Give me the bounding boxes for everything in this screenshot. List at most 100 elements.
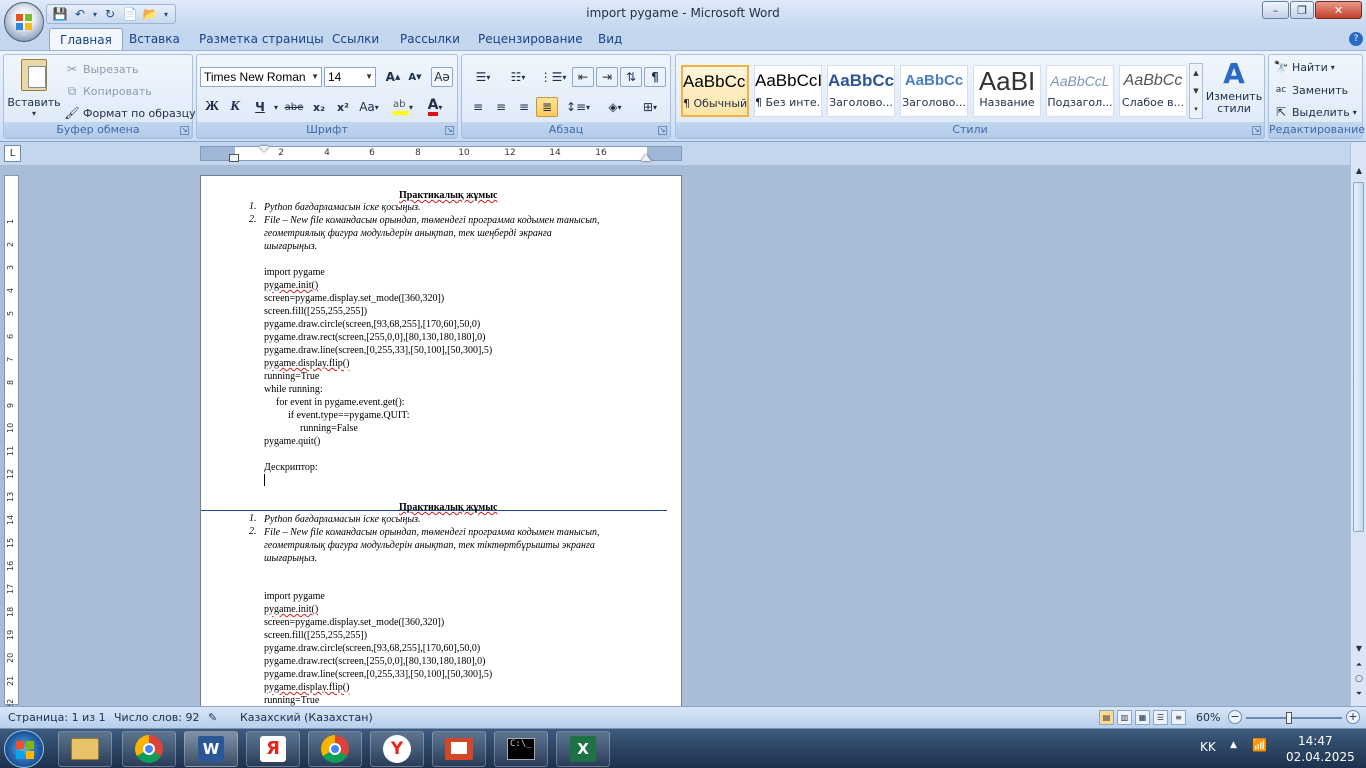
bullets-icon[interactable]: ☰ ▾ [467,67,499,87]
style-heading-1[interactable]: AaBbCc Заголово... [827,65,895,117]
zoom-slider-thumb[interactable] [1286,712,1293,724]
font-size-combo[interactable]: 14 ▼ [324,67,376,87]
font-name-combo[interactable]: Times New Roman ▼ [200,67,322,87]
style-subtitle[interactable]: AaBbCcL Подзагол... [1046,65,1114,117]
clock-time[interactable]: 14:47 [1298,734,1333,748]
horizontal-ruler[interactable]: 2 4 6 8 10 12 14 16 [200,146,682,162]
format-painter-button[interactable]: 🖌 Формат по образцу [64,105,195,121]
tab-mailings[interactable]: Рассылки [390,28,470,50]
replace-button[interactable]: ac Заменить [1273,82,1348,98]
clear-format-icon[interactable]: Aə [431,67,453,87]
spellcheck-icon[interactable]: ✎ [208,711,217,724]
chrome-icon[interactable] [308,731,362,767]
tab-review[interactable]: Рецензирование [468,28,593,50]
justify-icon[interactable]: ≣ [536,97,558,117]
line-spacing-icon[interactable]: ↕≡ ▾ [563,97,593,117]
page-count[interactable]: Страница: 1 из 1 [8,711,106,724]
right-indent-marker[interactable] [641,154,651,161]
style-subtle-emphasis[interactable]: AaBbCc Слабое в... [1119,65,1187,117]
browse-object-icon[interactable]: ○ [1352,672,1366,686]
language-indicator[interactable]: Казахский (Казахстан) [240,711,373,724]
align-center-icon[interactable]: ≡ [490,97,512,117]
decrease-indent-icon[interactable]: ⇤ [572,67,594,87]
left-indent-marker[interactable] [229,154,239,162]
next-page-icon[interactable]: ⏷ [1352,687,1366,701]
find-button[interactable]: 🔭 Найти ▾ [1273,59,1335,75]
document-area[interactable]: Практикалық жұмыс 1. Python бағдарламасы… [22,165,1350,735]
zoom-out-icon[interactable]: − [1228,710,1242,724]
underline-button[interactable]: Ч [250,97,270,117]
network-icon[interactable]: 📶 [1252,738,1267,752]
cmd-icon[interactable]: C:\_ [494,731,548,767]
align-left-icon[interactable]: ≡ [467,97,489,117]
yandex-icon[interactable]: Я [246,731,300,767]
vertical-ruler[interactable]: 1 2 3 4 5 6 7 8 9 10 11 12 13 14 15 16 17 18 19 20 21 22 [4,175,19,709]
tab-selector[interactable]: L [4,145,21,162]
copy-button[interactable]: ⧉ Копировать [64,83,152,99]
tab-insert[interactable]: Вставка [119,28,190,50]
close-button[interactable]: ✕ [1315,1,1362,19]
style-title[interactable]: AaBI Название [973,65,1041,117]
underline-dropdown-icon[interactable]: ▾ [271,97,281,117]
highlight-button[interactable]: ab ▾ [389,97,417,117]
print-layout-icon[interactable]: ▤ [1099,710,1114,725]
vertical-scrollbar[interactable]: ▲ ▼ ⏶ ○ ⏷ [1350,142,1366,706]
bold-button[interactable]: Ж [202,97,222,117]
italic-button[interactable]: К [225,97,245,117]
presentation-icon[interactable] [432,731,486,767]
outline-icon[interactable]: ☰ [1153,710,1168,725]
select-button[interactable]: ⇱ Выделить ▾ [1273,104,1357,120]
yandex-browser-icon[interactable]: Y [370,731,424,767]
superscript-button[interactable]: x² [332,97,354,117]
tray-expand-icon[interactable]: ▲ [1230,740,1237,750]
styles-scroll[interactable]: ▲ ▼ ▾ [1189,63,1203,119]
chrome-icon[interactable] [122,731,176,767]
full-screen-reading-icon[interactable]: ▥ [1117,710,1132,725]
paragraph-launcher[interactable]: ↘ [658,126,667,135]
subscript-button[interactable]: x₂ [308,97,330,117]
help-icon[interactable]: ? [1349,32,1363,46]
word-icon[interactable]: W [184,731,238,767]
borders-icon[interactable]: ⊞ ▾ [634,97,666,117]
change-case-button[interactable]: Aa ▾ [356,97,382,117]
excel-icon[interactable]: X [556,731,610,767]
numbering-icon[interactable]: ☷ ▾ [502,67,534,87]
tab-home[interactable]: Главная [49,28,123,50]
shrink-font-button[interactable]: A ▼ [405,67,425,87]
zoom-level[interactable]: 60% [1196,711,1220,724]
zoom-in-icon[interactable]: + [1346,710,1360,724]
show-marks-button[interactable]: ¶ [644,67,666,87]
first-line-indent-marker[interactable] [259,146,269,152]
increase-indent-icon[interactable]: ⇥ [596,67,618,87]
style-heading-2[interactable]: AaBbCc Заголово... [900,65,968,117]
draft-icon[interactable]: ≡ [1171,710,1186,725]
maximize-button[interactable]: ❐ [1290,1,1314,19]
cut-button[interactable]: ✂ Вырезать [64,61,139,77]
document-page[interactable]: Практикалық жұмыс 1. Python бағдарламасы… [200,175,682,735]
word-count[interactable]: Число слов: 92 [114,711,200,724]
language-tray[interactable]: KK [1200,740,1216,754]
sort-icon[interactable]: ⇅ [620,67,642,87]
prev-page-icon[interactable]: ⏶ [1352,658,1366,672]
paste-button[interactable]: Вставить ▾ [7,57,61,121]
clipboard-launcher[interactable]: ↘ [180,126,189,135]
scroll-up-icon[interactable]: ▲ [1352,164,1366,178]
tab-view[interactable]: Вид [588,28,632,50]
tab-references[interactable]: Ссылки [322,28,389,50]
office-button[interactable] [4,2,44,42]
zoom-slider[interactable] [1246,717,1342,719]
strikethrough-button[interactable]: abe [283,97,305,117]
web-layout-icon[interactable]: ▦ [1135,710,1150,725]
style-normal[interactable]: AaBbCcI ¶ Обычный [681,65,749,117]
scroll-down-icon[interactable]: ▼ [1352,642,1366,656]
styles-launcher[interactable]: ↘ [1252,126,1261,135]
start-button[interactable] [4,730,44,768]
multilevel-list-icon[interactable]: ⋮☰ ▾ [537,67,569,87]
grow-font-button[interactable]: A ▲ [383,67,403,87]
change-styles-button[interactable]: A Изменить стили [1204,57,1264,123]
explorer-icon[interactable] [58,731,112,767]
font-color-button[interactable]: A ▾ [421,97,449,117]
shading-icon[interactable]: ◈ ▾ [599,97,631,117]
scroll-thumb[interactable] [1353,182,1364,532]
minimize-button[interactable]: – [1262,1,1289,19]
